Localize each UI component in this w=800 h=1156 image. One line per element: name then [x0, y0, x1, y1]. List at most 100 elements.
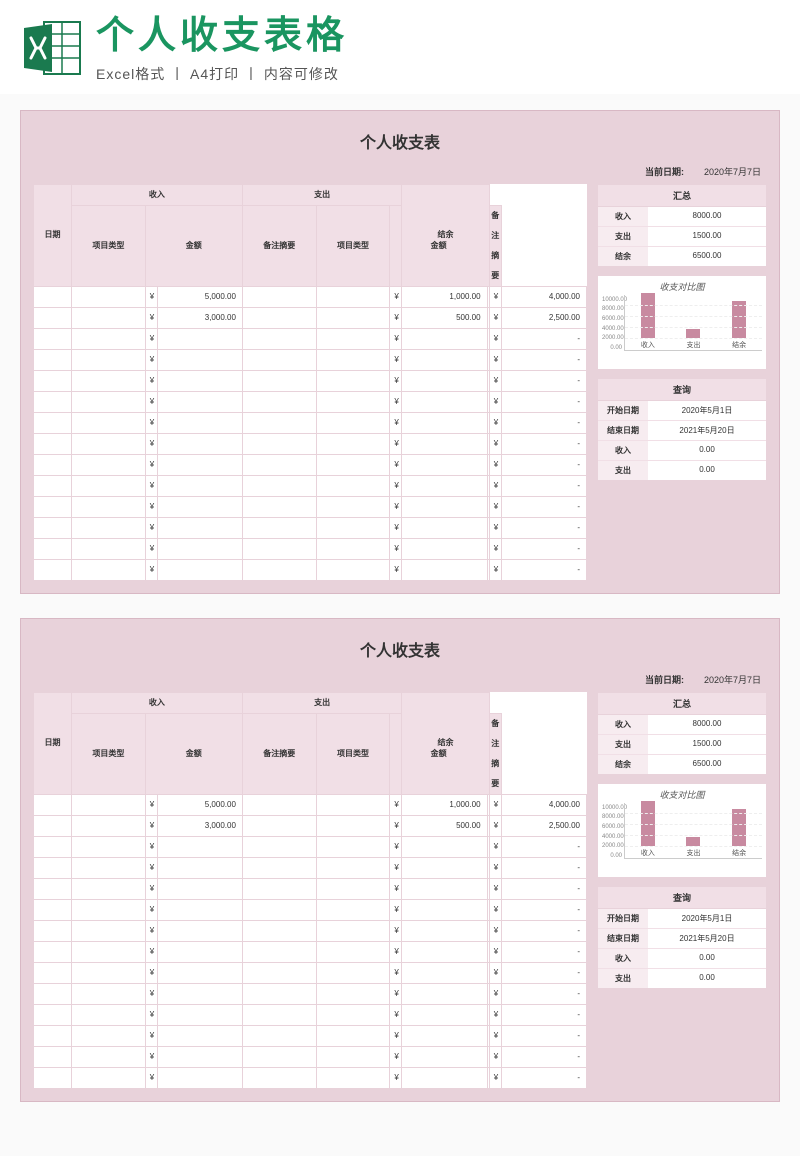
table-row: ¥¥¥-	[34, 517, 587, 538]
col-income-group: 收入	[71, 184, 242, 205]
col-expense-group: 支出	[242, 692, 401, 713]
col-expense-group: 支出	[242, 184, 401, 205]
page-header: 个人收支表格 Excel格式 丨 A4打印 丨 内容可修改	[0, 0, 800, 94]
query-start-value: 2020年5月1日	[648, 401, 766, 420]
table-row: ¥¥¥-	[34, 370, 587, 391]
chart-bar: 支出	[673, 837, 714, 857]
spreadsheet-preview: 个人收支表 当前日期: 2020年7月7日 日期 收入 支出 结余 项目类	[20, 110, 780, 594]
preview-area: 个人收支表 当前日期: 2020年7月7日 日期 收入 支出 结余 项目类	[0, 94, 800, 1156]
table-row: ¥¥¥-	[34, 983, 587, 1004]
col-expense-type: 项目类型	[316, 713, 390, 794]
side-panels: 汇总 收入8000.00 支出1500.00 结余6500.00 收支对比图 1…	[597, 184, 767, 581]
chart-bars: 收入支出结余	[624, 295, 762, 351]
summary-income-value: 8000.00	[648, 715, 766, 734]
table-row: ¥3,000.00¥500.00¥2,500.00	[34, 307, 587, 328]
chart-title: 收支对比图	[602, 280, 762, 293]
table-row: ¥¥¥-	[34, 1004, 587, 1025]
table-row: ¥¥¥-	[34, 349, 587, 370]
chart-panel: 收支对比图 10000.008000.006000.004000.002000.…	[597, 783, 767, 878]
table-row: ¥¥¥-	[34, 962, 587, 983]
sheet-title: 个人收支表	[33, 123, 767, 163]
main-grid: 日期 收入 支出 结余 项目类型 金额 备注摘要 项目类型 金额 备注摘要	[33, 692, 587, 1089]
summary-income-value: 8000.00	[648, 207, 766, 226]
excel-icon	[20, 16, 84, 80]
table-row: ¥¥¥-	[34, 412, 587, 433]
ledger-body: ¥5,000.00¥1,000.00¥4,000.00¥3,000.00¥500…	[34, 286, 587, 580]
table-row: ¥¥¥-	[34, 899, 587, 920]
chart-bar: 收入	[627, 801, 668, 858]
query-expense-label: 支出	[598, 969, 648, 988]
table-row: ¥3,000.00¥500.00¥2,500.00	[34, 815, 587, 836]
sheet-title: 个人收支表	[33, 631, 767, 671]
query-end-label: 结束日期	[598, 421, 648, 440]
query-expense-label: 支出	[598, 461, 648, 480]
current-date-bar: 当前日期: 2020年7月7日	[33, 163, 767, 180]
summary-balance-label: 结余	[598, 247, 648, 266]
table-row: ¥¥¥-	[34, 538, 587, 559]
table-row: ¥¥¥-	[34, 920, 587, 941]
summary-panel: 汇总 收入8000.00 支出1500.00 结余6500.00	[597, 184, 767, 267]
query-panel: 查询 开始日期2020年5月1日 结束日期2021年5月20日 收入0.00 支…	[597, 886, 767, 989]
chart-y-axis: 10000.008000.006000.004000.002000.000.00	[602, 295, 624, 365]
current-date-label: 当前日期:	[645, 673, 684, 686]
side-panels: 汇总 收入8000.00 支出1500.00 结余6500.00 收支对比图 1…	[597, 692, 767, 1089]
table-row: ¥¥¥-	[34, 454, 587, 475]
table-row: ¥¥¥-	[34, 1025, 587, 1046]
summary-balance-label: 结余	[598, 755, 648, 774]
summary-title: 汇总	[598, 185, 766, 207]
summary-panel: 汇总 收入8000.00 支出1500.00 结余6500.00	[597, 692, 767, 775]
table-row: ¥¥¥-	[34, 433, 587, 454]
ledger-table: 日期 收入 支出 结余 项目类型 金额 备注摘要 项目类型 金额 备注摘要	[33, 692, 587, 1089]
table-row: ¥¥¥-	[34, 941, 587, 962]
chart-bar: 结余	[719, 809, 760, 857]
col-date: 日期	[34, 692, 72, 794]
query-income-label: 收入	[598, 949, 648, 968]
table-row: ¥¥¥-	[34, 391, 587, 412]
current-date-label: 当前日期:	[645, 165, 684, 178]
query-start-label: 开始日期	[598, 909, 648, 928]
col-income-remark: 备注摘要	[242, 713, 316, 794]
current-date-bar: 当前日期: 2020年7月7日	[33, 671, 767, 688]
query-panel: 查询 开始日期2020年5月1日 结束日期2021年5月20日 收入0.00 支…	[597, 378, 767, 481]
spreadsheet-preview: 个人收支表 当前日期: 2020年7月7日 日期 收入 支出 结余 项目类	[20, 618, 780, 1102]
summary-income-label: 收入	[598, 207, 648, 226]
query-end-label: 结束日期	[598, 929, 648, 948]
table-row: ¥5,000.00¥1,000.00¥4,000.00	[34, 794, 587, 815]
current-date-value: 2020年7月7日	[704, 673, 761, 686]
table-row: ¥¥¥-	[34, 559, 587, 580]
table-row: ¥¥¥-	[34, 1046, 587, 1067]
page-title: 个人收支表格	[96, 16, 780, 58]
col-income-amount: 金额	[145, 205, 242, 286]
col-date: 日期	[34, 184, 72, 286]
col-expense-amount: 金额	[390, 713, 487, 794]
summary-expense-label: 支出	[598, 735, 648, 754]
summary-expense-value: 1500.00	[648, 227, 766, 246]
chart-bar: 支出	[673, 329, 714, 349]
chart-bar: 结余	[719, 301, 760, 349]
table-row: ¥¥¥-	[34, 1067, 587, 1088]
query-expense-value: 0.00	[648, 969, 766, 988]
col-expense-remark: 备注摘要	[489, 205, 501, 286]
query-title: 查询	[598, 379, 766, 401]
query-title: 查询	[598, 887, 766, 909]
summary-expense-label: 支出	[598, 227, 648, 246]
col-income-type: 项目类型	[71, 205, 145, 286]
ledger-body: ¥5,000.00¥1,000.00¥4,000.00¥3,000.00¥500…	[34, 794, 587, 1088]
current-date-value: 2020年7月7日	[704, 165, 761, 178]
col-expense-remark: 备注摘要	[489, 713, 501, 794]
summary-balance-value: 6500.00	[648, 247, 766, 266]
page-subtitle: Excel格式 丨 A4打印 丨 内容可修改	[96, 64, 780, 84]
table-row: ¥5,000.00¥1,000.00¥4,000.00	[34, 286, 587, 307]
query-start-label: 开始日期	[598, 401, 648, 420]
col-income-amount: 金额	[145, 713, 242, 794]
chart-panel: 收支对比图 10000.008000.006000.004000.002000.…	[597, 275, 767, 370]
main-grid: 日期 收入 支出 结余 项目类型 金额 备注摘要 项目类型 金额 备注摘要	[33, 184, 587, 581]
table-row: ¥¥¥-	[34, 836, 587, 857]
col-income-type: 项目类型	[71, 713, 145, 794]
query-expense-value: 0.00	[648, 461, 766, 480]
query-start-value: 2020年5月1日	[648, 909, 766, 928]
table-row: ¥¥¥-	[34, 857, 587, 878]
query-income-value: 0.00	[648, 949, 766, 968]
col-expense-type: 项目类型	[316, 205, 390, 286]
col-income-remark: 备注摘要	[242, 205, 316, 286]
